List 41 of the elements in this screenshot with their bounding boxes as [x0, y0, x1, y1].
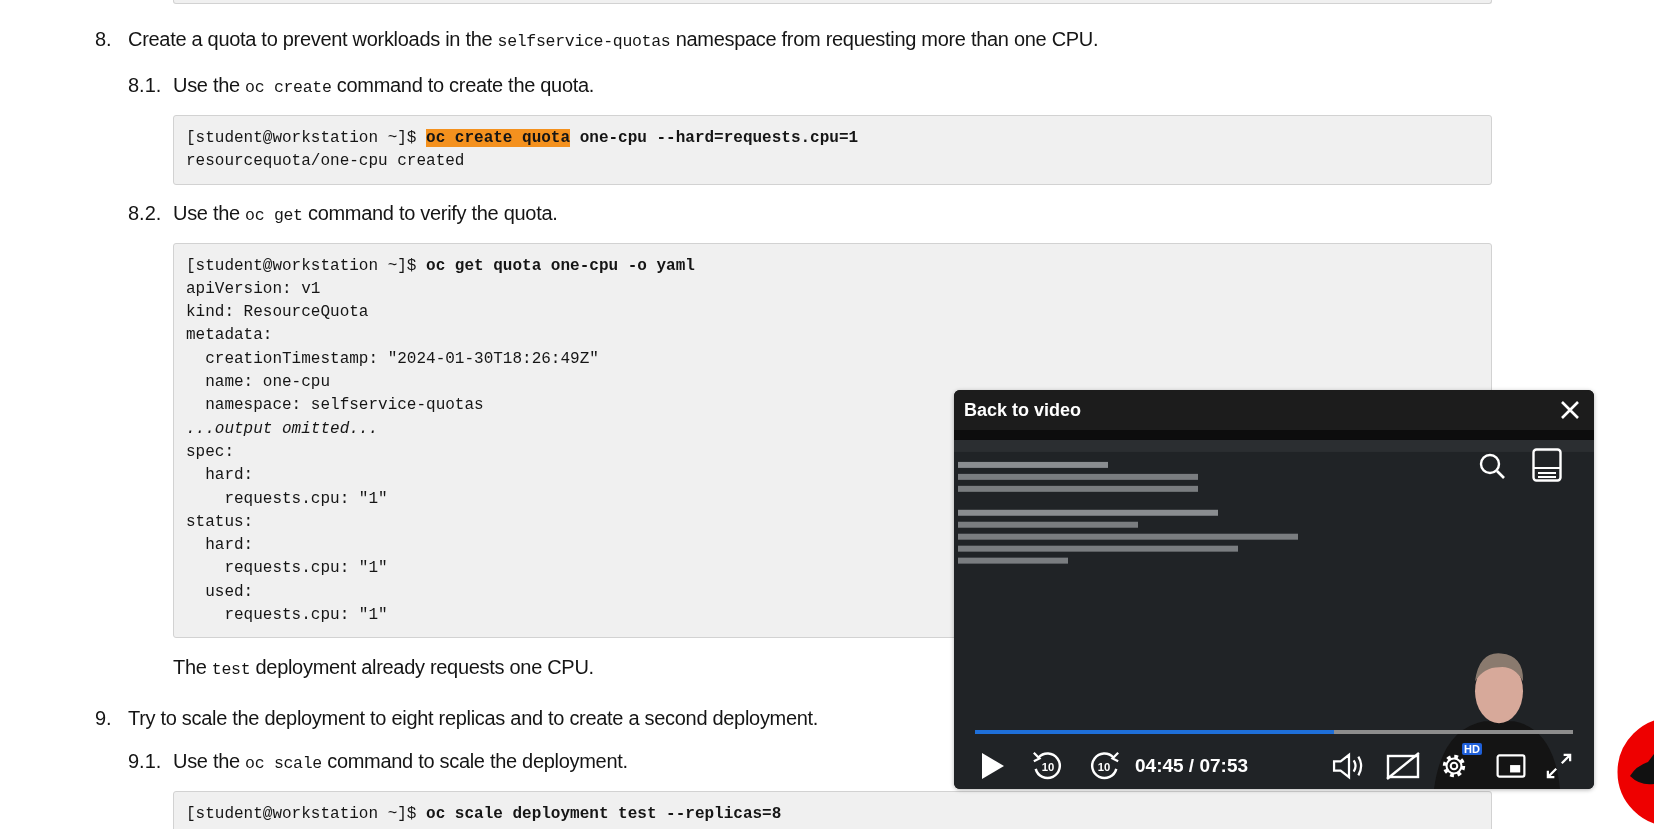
picture-in-picture-icon[interactable]	[1496, 754, 1526, 778]
code-line: name: one-cpu	[204, 372, 331, 394]
code-line: used:	[204, 581, 254, 603]
code-line: namespace: selfservice-quotas	[204, 395, 484, 417]
code-line: kind: ResourceQuota	[186, 302, 369, 324]
code-line: [student@workstation ~]$ oc create quota one-cpu --hard=requests.cpu=1	[186, 128, 859, 149]
code-line: creationTimestamp: "2024-01-30T18:26:49Z"	[204, 348, 599, 370]
settings-icon[interactable]	[1440, 752, 1468, 780]
code-line: [student@workstation ~]$ oc scale deployment test --replicas=8	[186, 804, 782, 826]
close-icon[interactable]	[1560, 400, 1580, 420]
substep-text: Use the oc create command to create the quota.	[173, 73, 595, 99]
transcript-icon[interactable]	[1532, 448, 1562, 482]
code-line: resourcequota/one-cpu created	[186, 151, 465, 173]
note-text: The test deployment already requests one CPU.	[173, 655, 595, 682]
code-line: metadata:	[186, 325, 273, 347]
substep-text: Use the oc get command to verify the quota.	[173, 200, 558, 227]
search-icon[interactable]	[1478, 452, 1506, 480]
code-line: apiVersion: v1	[186, 278, 321, 300]
code-line: status:	[186, 511, 254, 533]
code-line: requests.cpu: "1"	[223, 558, 388, 580]
code-line: [student@workstation ~]$ oc get quota one-cpu -o yaml	[186, 255, 695, 277]
code-line: hard:	[204, 465, 254, 487]
substep-number: 8.2.	[128, 201, 163, 225]
code-line: hard:	[204, 535, 254, 557]
playback-time: 04:45 / 07:53	[1135, 755, 1249, 777]
substep-text: Use the oc scale command to scale the deployment.	[173, 749, 628, 776]
substep-number: 9.1.	[128, 750, 163, 774]
code-line: spec:	[186, 441, 234, 463]
exit-fullscreen-icon[interactable]	[1546, 753, 1572, 779]
play-icon[interactable]	[981, 752, 1005, 780]
code-line: ...output omitted...	[186, 418, 379, 440]
step-number: 8.	[95, 28, 113, 51]
step-text: Create a quota to prevent workloads in the selfservice-quotas namespace from requesting more than one CPU.	[128, 27, 1099, 53]
substep-number: 8.1.	[128, 74, 163, 97]
back-to-video-link[interactable]: Back to video	[964, 399, 1082, 421]
captions-off-icon[interactable]	[1386, 752, 1420, 780]
code-line: requests.cpu: "1"	[223, 605, 388, 627]
step-number: 9.	[95, 707, 113, 731]
step-text: Try to scale the deployment to eight replicas and to create a second deployment.	[128, 706, 819, 732]
code-line: requests.cpu: "1"	[223, 488, 388, 510]
hd-badge: HD	[1462, 743, 1482, 755]
